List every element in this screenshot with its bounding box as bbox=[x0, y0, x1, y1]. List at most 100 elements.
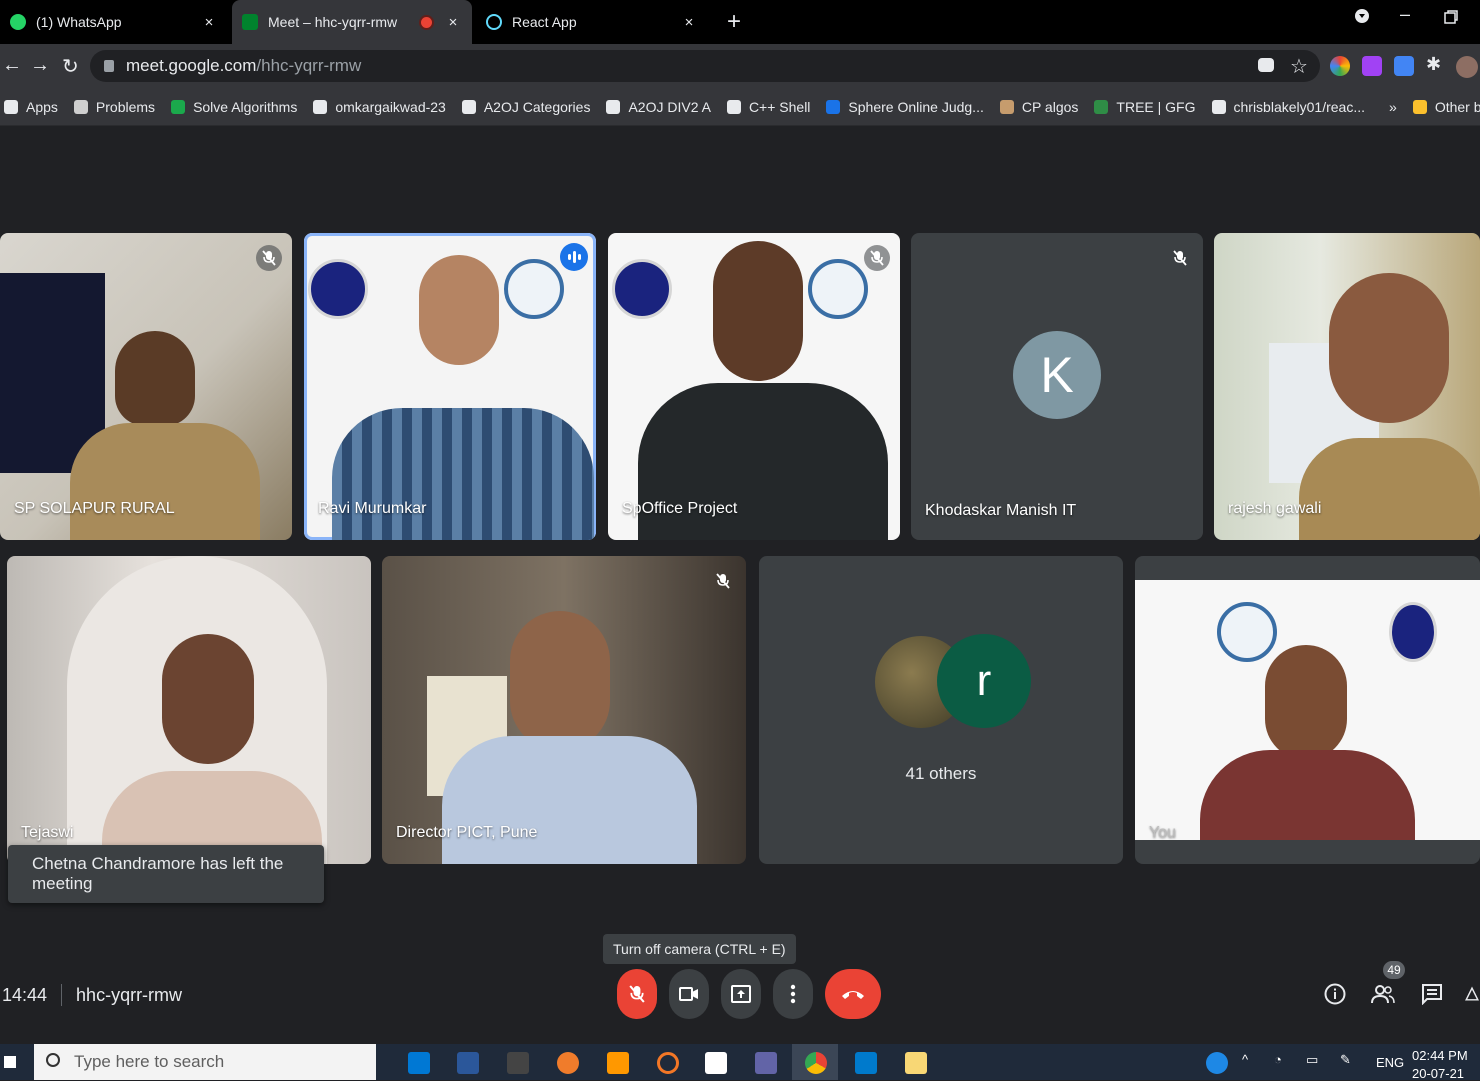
mail-app-icon[interactable] bbox=[408, 1052, 430, 1074]
leave-call-button[interactable] bbox=[825, 969, 881, 1019]
mic-off-icon bbox=[1167, 245, 1193, 271]
bookmark-label: Solve Algorithms bbox=[193, 98, 298, 115]
tab-whatsapp[interactable]: (1) WhatsApp × bbox=[0, 0, 228, 44]
word-app-icon[interactable] bbox=[457, 1052, 479, 1074]
bookmark-item[interactable]: A2OJ DIV2 A bbox=[606, 99, 711, 115]
close-icon[interactable]: × bbox=[444, 14, 462, 31]
meeting-details-icon[interactable] bbox=[1321, 980, 1349, 1008]
bookmark-icon bbox=[1094, 99, 1109, 114]
bookmark-item[interactable]: A2OJ Categories bbox=[461, 99, 590, 115]
bookmark-star-icon[interactable]: ☆ bbox=[1290, 54, 1310, 78]
meeting-details: 14:44 hhc-yqrr-rmw bbox=[2, 984, 182, 1006]
participant-tile[interactable]: Tejaswi bbox=[7, 556, 371, 864]
self-tile[interactable]: You bbox=[1135, 556, 1480, 864]
bookmark-item[interactable]: TREE | GFG bbox=[1094, 99, 1196, 115]
participant-tile[interactable]: K Khodaskar Manish IT bbox=[911, 233, 1203, 540]
extension-icon[interactable] bbox=[1362, 56, 1382, 76]
people-icon[interactable] bbox=[1369, 980, 1397, 1008]
mic-off-icon bbox=[629, 985, 645, 1003]
taskbar-search-box[interactable]: Type here to search bbox=[34, 1044, 376, 1080]
chevron-up-icon[interactable]: ^ bbox=[1242, 1052, 1248, 1067]
microphone-toggle-button[interactable] bbox=[617, 969, 657, 1019]
bookmark-item[interactable]: Apps bbox=[4, 99, 58, 115]
tab-react-app[interactable]: React App × bbox=[476, 0, 708, 44]
sublime-text-icon[interactable] bbox=[607, 1052, 629, 1074]
chrome-app-icon[interactable] bbox=[805, 1052, 827, 1074]
close-icon[interactable]: × bbox=[200, 14, 218, 31]
windows-start-icon[interactable] bbox=[4, 1056, 16, 1068]
person-video bbox=[1265, 645, 1347, 760]
others-count-label: 41 others bbox=[905, 764, 977, 783]
participant-name: You bbox=[1149, 824, 1176, 841]
browser-tab-strip: (1) WhatsApp × Meet – hhc-yqrr-rmw × Rea… bbox=[0, 0, 1480, 44]
participant-name: Tejaswi bbox=[21, 824, 74, 841]
participant-tile[interactable]: SpOffice Project bbox=[608, 233, 900, 540]
more-options-button[interactable] bbox=[773, 969, 813, 1019]
bookmark-item[interactable]: Solve Algorithms bbox=[171, 99, 297, 115]
lock-icon bbox=[104, 60, 114, 72]
mic-off-icon bbox=[864, 245, 890, 271]
extension-icon[interactable] bbox=[1330, 56, 1350, 76]
search-placeholder: Type here to search bbox=[74, 1052, 225, 1071]
tab-search-icon[interactable] bbox=[1354, 8, 1370, 29]
app-icon[interactable] bbox=[557, 1052, 579, 1074]
back-icon[interactable]: ← bbox=[2, 54, 22, 77]
bookmark-label: omkargaikwad-23 bbox=[335, 98, 446, 115]
bookmark-item[interactable]: Sphere Online Judg... bbox=[826, 99, 984, 115]
bookmark-icon bbox=[606, 99, 621, 114]
chat-icon[interactable] bbox=[1418, 980, 1446, 1008]
forward-icon[interactable]: → bbox=[30, 54, 50, 77]
vscode-app-icon[interactable] bbox=[855, 1052, 877, 1074]
app-icon[interactable] bbox=[507, 1052, 529, 1074]
jupyter-icon[interactable] bbox=[657, 1052, 679, 1074]
police-logo bbox=[308, 259, 368, 319]
minimize-icon[interactable]: – bbox=[1400, 4, 1410, 25]
person-video bbox=[1329, 273, 1449, 423]
language-indicator[interactable]: ENG bbox=[1376, 1055, 1404, 1070]
app-icon[interactable] bbox=[705, 1052, 727, 1074]
tab-title: React App bbox=[512, 14, 577, 30]
pict-logo bbox=[808, 259, 868, 319]
teams-app-icon[interactable] bbox=[755, 1052, 777, 1074]
bookmark-icon bbox=[1211, 99, 1226, 114]
participant-tile[interactable]: SP SOLAPUR RURAL bbox=[0, 233, 292, 540]
camera-toggle-button[interactable] bbox=[669, 969, 709, 1019]
file-explorer-icon[interactable] bbox=[905, 1052, 927, 1074]
wifi-icon[interactable]: ◔ bbox=[1274, 1052, 1282, 1067]
bookmark-item[interactable]: chrisblakely01/reac... bbox=[1211, 99, 1365, 115]
person-video bbox=[442, 736, 697, 864]
camera-in-use-icon[interactable] bbox=[1258, 58, 1274, 72]
bookmark-item[interactable]: CP algos bbox=[999, 99, 1078, 115]
new-tab-button[interactable]: + bbox=[722, 8, 746, 36]
translate-extension-icon[interactable] bbox=[1394, 56, 1414, 76]
bookmark-item[interactable]: C++ Shell bbox=[726, 99, 810, 115]
activities-icon[interactable] bbox=[1464, 980, 1480, 1008]
clock-time[interactable]: 02:44 PM bbox=[1412, 1048, 1468, 1063]
camera-tooltip: Turn off camera (CTRL + E) bbox=[603, 934, 796, 964]
bookmark-icon bbox=[313, 99, 328, 114]
tab-meet[interactable]: Meet – hhc-yqrr-rmw × bbox=[232, 0, 472, 44]
others-tile[interactable]: r 41 others bbox=[759, 556, 1123, 864]
bookmark-item[interactable]: omkargaikwad-23 bbox=[313, 99, 446, 115]
bookmark-item[interactable]: Problems bbox=[73, 99, 155, 115]
participant-tile[interactable]: rajesh gawali bbox=[1214, 233, 1480, 540]
participant-tile-active-speaker[interactable]: Ravi Murumkar bbox=[304, 233, 596, 540]
address-bar[interactable]: meet.google.com/hhc-yqrr-rmw bbox=[90, 50, 1320, 82]
restore-icon[interactable] bbox=[1444, 8, 1458, 29]
url-path: /hhc-yqrr-rmw bbox=[256, 56, 362, 75]
battery-icon[interactable]: ▭ bbox=[1306, 1052, 1318, 1068]
help-icon[interactable] bbox=[1206, 1052, 1228, 1074]
profile-avatar[interactable] bbox=[1456, 56, 1478, 78]
clock-date[interactable]: 20-07-21 bbox=[1412, 1066, 1464, 1081]
participant-name: SpOffice Project bbox=[622, 500, 738, 517]
close-icon[interactable]: × bbox=[680, 14, 698, 31]
notification-toast: Chetna Chandramore has left the meeting bbox=[8, 845, 324, 903]
present-screen-button[interactable] bbox=[721, 969, 761, 1019]
participant-tile[interactable]: Director PICT, Pune bbox=[382, 556, 746, 864]
puzzle-extensions-icon[interactable]: ✱ bbox=[1426, 54, 1446, 74]
pen-icon[interactable]: ✎ bbox=[1340, 1052, 1351, 1068]
reload-icon[interactable]: ↻ bbox=[62, 54, 79, 79]
more-bookmarks-button[interactable]: » bbox=[1389, 99, 1397, 115]
divider bbox=[61, 984, 63, 1006]
other-bookmarks-folder[interactable]: Other bookmarks bbox=[1412, 99, 1480, 115]
